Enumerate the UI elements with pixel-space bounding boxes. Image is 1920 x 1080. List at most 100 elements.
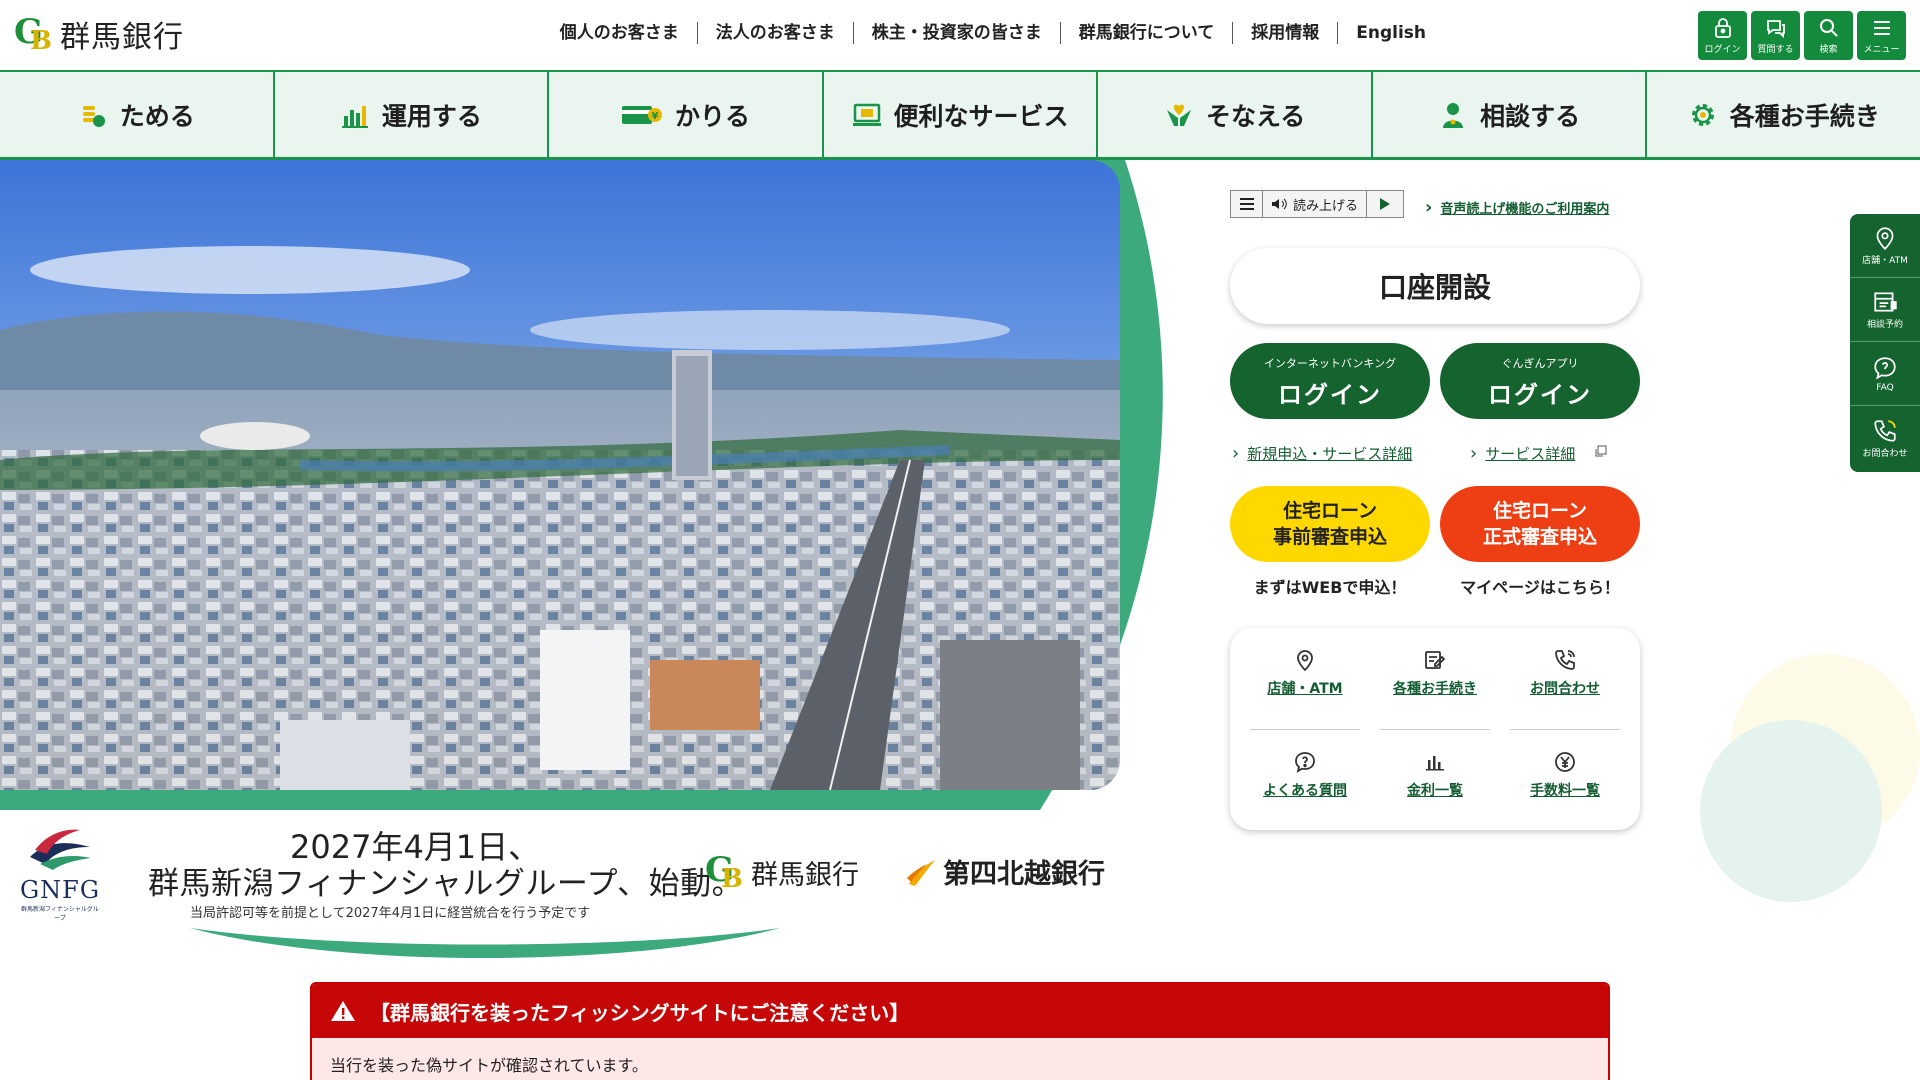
ib-login-button[interactable]: インターネットバンキング ログイン (1230, 343, 1430, 419)
link-investors[interactable]: 株主・投資家の皆さま (854, 22, 1061, 44)
app-login-button[interactable]: ぐんぎんアプリ ログイン (1440, 343, 1640, 419)
external-link-icon (1595, 445, 1607, 457)
link-about[interactable]: 群馬銀行について (1061, 22, 1234, 44)
top-nav: 個人のお客さま 法人のお客さま 株主・投資家の皆さま 群馬銀行について 採用情報… (542, 22, 1444, 44)
app-details-link[interactable]: サービス詳細 (1470, 443, 1575, 464)
reader-menu-button[interactable] (1231, 191, 1263, 217)
link-english[interactable]: English (1338, 22, 1444, 44)
menu-icon (1873, 21, 1890, 35)
yen-icon (1555, 752, 1575, 772)
quick-link-fees[interactable]: 手数料一覧 (1510, 750, 1620, 830)
side-menu-branch-atm[interactable]: 店舗・ATM (1850, 214, 1920, 278)
app-login-big: ログイン (1488, 381, 1592, 409)
daishi-mark-icon (907, 859, 935, 886)
gnav-save[interactable]: ためる (0, 72, 275, 157)
hands-icon (1166, 104, 1191, 126)
header-quick-buttons: ログイン 質問する 検索 メニュー (1698, 11, 1906, 60)
gnav-protect[interactable]: そなえる (1098, 72, 1373, 157)
gnav-procedures-label: 各種お手続き (1729, 101, 1880, 131)
loan-formal-button[interactable]: 住宅ローン 正式審査申込 (1440, 486, 1640, 562)
calendar-icon (1874, 292, 1897, 312)
monitor-icon (852, 103, 881, 126)
card-icon: ¥ (621, 105, 662, 124)
banner-note: 当局許認可等を前提として2027年4月1日に経営統合を行う予定です (190, 906, 591, 921)
loan-pre-line1: 住宅ローン (1282, 500, 1378, 522)
link-corporate[interactable]: 法人のお客さま (698, 22, 854, 44)
gnav-services[interactable]: 便利なサービス (824, 72, 1099, 157)
loan-formal-line2: 正式審査申込 (1482, 526, 1597, 548)
quick-link-faq[interactable]: よくある質問 (1250, 750, 1360, 830)
gear-icon (1691, 103, 1714, 126)
loan-preliminary-button[interactable]: 住宅ローン 事前審査申込 (1230, 486, 1430, 562)
bar-chart-icon (1426, 756, 1444, 771)
lock-icon (1714, 18, 1731, 38)
search-button[interactable]: 検索 (1804, 11, 1853, 60)
reader-read-button[interactable]: 読み上げる (1263, 191, 1367, 217)
bank1-name: 群馬銀行 (751, 859, 859, 891)
side-menu-reservation[interactable]: 相談予約 (1850, 278, 1920, 342)
gnav-consult[interactable]: 相談する (1373, 72, 1648, 157)
speaker-icon (1272, 198, 1287, 210)
daishi-hokuetsu-logo: 第四北越銀行 (905, 852, 1105, 891)
gnfg-logo-subtext: 群馬新潟フィナンシャルグループ (21, 906, 99, 922)
alert-title: 【群馬銀行を装ったフィッシングサイトにご注意ください】 (370, 1000, 910, 1025)
alert-header: 【群馬銀行を装ったフィッシングサイトにご注意ください】 (312, 984, 1608, 1038)
site-header: GB 群馬銀行 個人のお客さま 法人のお客さま 株主・投資家の皆さま 群馬銀行に… (0, 0, 1920, 70)
link-recruit[interactable]: 採用情報 (1233, 22, 1339, 44)
quick-link-contact-label: お問合わせ (1530, 681, 1600, 697)
quick-link-procedures[interactable]: 各種お手続き (1380, 648, 1490, 728)
banner-headline: 群馬新潟フィナンシャルグループ、始動。 (148, 866, 744, 902)
side-menu-faq-label: FAQ (1876, 382, 1894, 393)
voice-reader-bar: 読み上げる (1230, 190, 1404, 218)
gb-logo-icon: GB (705, 850, 743, 894)
menu-button[interactable]: メニュー (1857, 11, 1906, 60)
quick-links-divider (1380, 729, 1490, 730)
reader-help-link[interactable]: 音声読上げ機能のご利用案内 (1425, 197, 1609, 218)
quick-link-branch-atm[interactable]: 店舗・ATM (1250, 648, 1360, 728)
side-menu-reservation-label: 相談予約 (1866, 320, 1903, 330)
side-menu-branch-atm-label: 店舗・ATM (1862, 256, 1908, 266)
gnav-protect-label: そなえる (1205, 101, 1306, 131)
side-menu-faq[interactable]: FAQ (1850, 342, 1920, 406)
ask-button[interactable]: 質問する (1751, 11, 1800, 60)
ask-button-label: 質問する (1757, 45, 1794, 55)
quick-link-rates[interactable]: 金利一覧 (1380, 750, 1490, 830)
gnav-services-label: 便利なサービス (893, 101, 1069, 131)
side-menu-contact[interactable]: お問合わせ (1850, 406, 1920, 470)
login-button[interactable]: ログイン (1698, 11, 1747, 60)
map-pin-icon (1876, 227, 1894, 251)
search-icon (1819, 19, 1838, 37)
play-icon (1380, 198, 1390, 210)
app-login-small: ぐんぎんアプリ (1501, 357, 1579, 370)
gnav-invest[interactable]: 運用する (275, 72, 550, 157)
link-personal[interactable]: 個人のお客さま (542, 22, 698, 44)
question-icon (1295, 752, 1315, 773)
gnav-procedures[interactable]: 各種お手続き (1647, 72, 1920, 157)
quick-link-rates-label: 金利一覧 (1407, 783, 1463, 799)
reader-play-button[interactable] (1367, 191, 1403, 217)
ib-signup-link[interactable]: 新規申込・サービス詳細 (1232, 443, 1412, 464)
gnav-borrow[interactable]: ¥ かりる (549, 72, 824, 157)
loan-pre-note: まずはWEBで申込！ (1253, 578, 1407, 597)
alert-body: 当行を装った偽サイトが確認されています。 (312, 1038, 1608, 1080)
ib-login-small: インターネットバンキング (1263, 357, 1397, 370)
bank-logo[interactable]: GB 群馬銀行 (14, 12, 184, 56)
bank2-name: 第四北越銀行 (943, 859, 1105, 890)
bank-name: 群馬銀行 (60, 20, 184, 55)
edit-icon (1425, 651, 1446, 669)
quick-link-branch-atm-label: 店舗・ATM (1267, 681, 1343, 697)
integration-banner[interactable]: GNFG 群馬新潟フィナンシャルグループ 2027年4月1日、 群馬新潟フィナン… (0, 810, 1140, 960)
loan-formal-note: マイページはこちら！ (1460, 578, 1620, 597)
account-open-button[interactable]: 口座開設 (1230, 248, 1640, 324)
hero-city-image[interactable] (0, 160, 1120, 790)
coins-icon (82, 105, 105, 127)
chat-icon (1766, 20, 1785, 39)
ib-login-big: ログイン (1278, 381, 1382, 409)
side-menu-contact-label: お問合わせ (1862, 448, 1908, 459)
quick-link-contact[interactable]: お問合わせ (1510, 648, 1620, 728)
person-icon (1443, 102, 1464, 128)
gunma-bank-logo: GB 群馬銀行 (705, 850, 859, 894)
quick-link-fees-label: 手数料一覧 (1530, 783, 1600, 799)
warning-icon (331, 1001, 355, 1021)
question-icon (1874, 356, 1896, 380)
